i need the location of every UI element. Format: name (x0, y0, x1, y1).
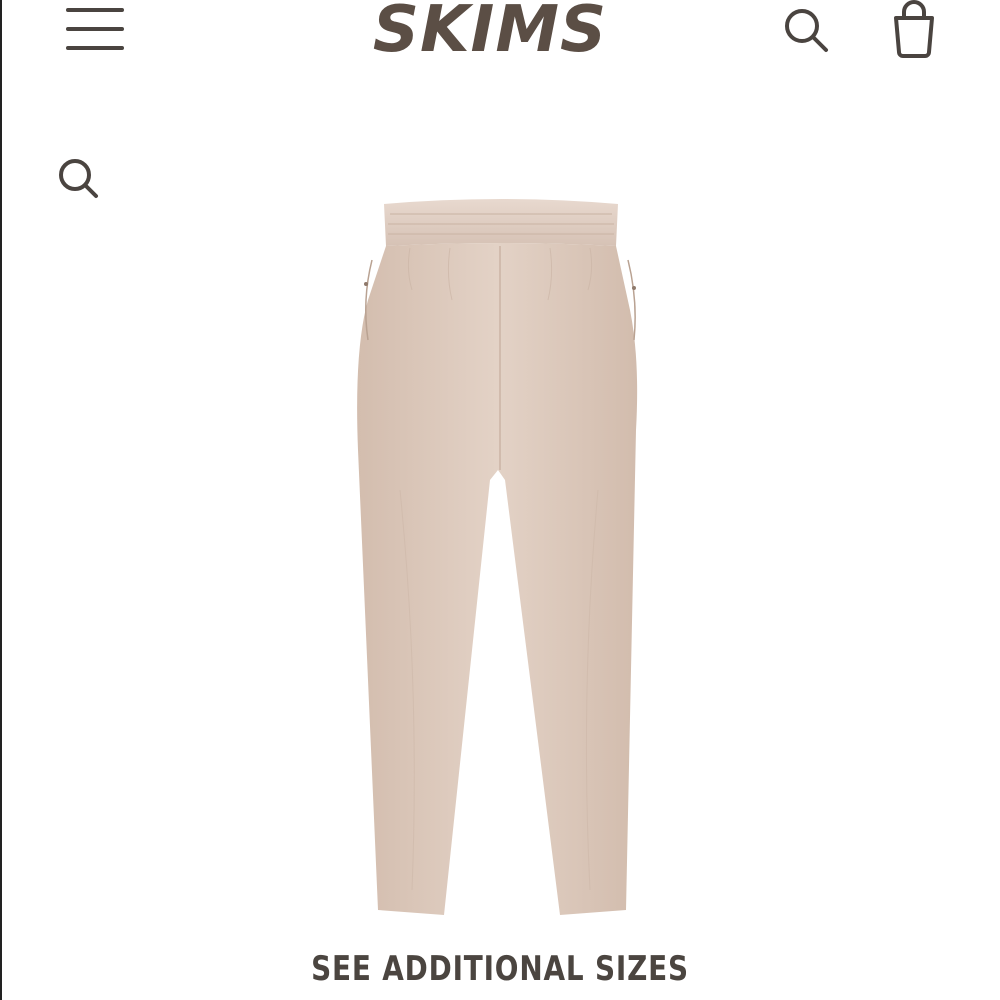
product-image[interactable] (340, 190, 660, 930)
shopping-bag-icon (894, 0, 934, 58)
product-search-button[interactable] (52, 152, 104, 204)
header-search-button[interactable] (778, 2, 834, 58)
left-edge-rule (0, 0, 2, 1000)
see-additional-sizes-button[interactable]: SEE ADDITIONAL SIZES (295, 944, 705, 994)
search-icon (59, 159, 98, 198)
search-icon (785, 9, 828, 52)
menu-button[interactable] (62, 2, 128, 58)
brand-logo[interactable]: SKIMS (360, 0, 620, 67)
hamburger-menu-icon (66, 8, 124, 50)
shopping-bag-button[interactable] (886, 0, 942, 60)
site-header: SKIMS (0, 0, 1000, 70)
brand-logo-text: SKIMS (372, 0, 608, 67)
pants-image (357, 199, 638, 915)
